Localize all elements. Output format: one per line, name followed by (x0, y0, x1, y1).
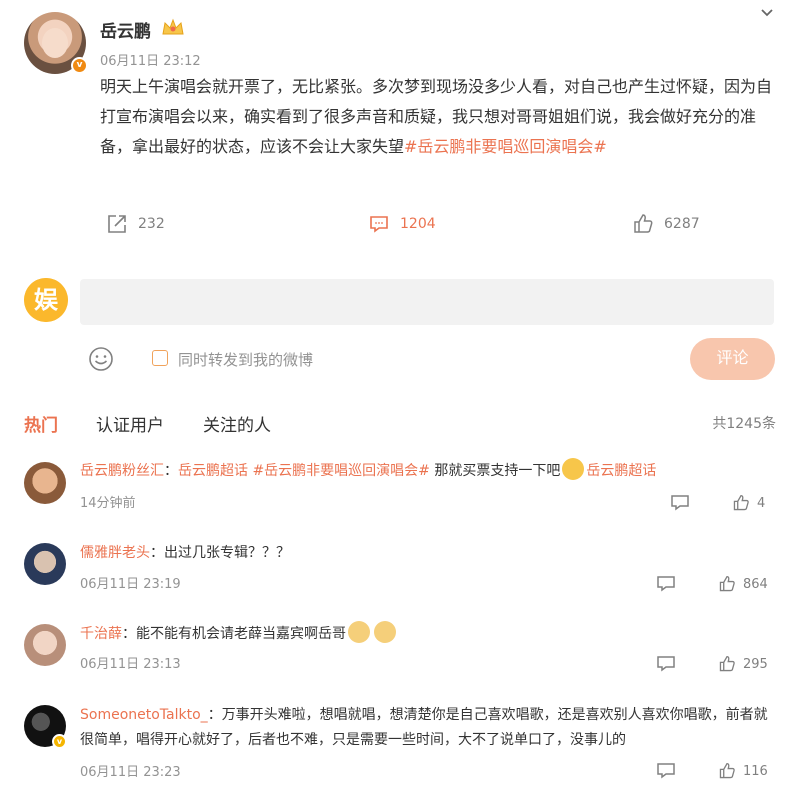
tab-verified-users[interactable]: 认证用户 (96, 411, 164, 436)
chevron-down-icon[interactable] (760, 6, 774, 20)
comment-time: 06月11日 23:23 (80, 765, 181, 780)
reply-icon[interactable] (656, 575, 676, 593)
comment-like-count: 116 (743, 763, 768, 779)
share-count: 232 (138, 216, 165, 232)
total-comments: 共1245条 (712, 416, 776, 432)
tab-hot[interactable]: 热门 (24, 411, 58, 436)
comment-icon (370, 216, 388, 233)
thumbs-up-icon (634, 214, 653, 233)
crown-icon (162, 18, 184, 35)
verified-badge: v (71, 57, 88, 74)
comment-username[interactable]: SomeonetoTalkto_ (80, 707, 208, 723)
super-topic-link[interactable]: 岳云鹏超话 (178, 463, 248, 479)
comment-text: 千治薛：能不能有机会请老薛当嘉宾啊岳哥 (80, 621, 398, 647)
repost-label: 同时转发到我的微博 (178, 351, 314, 369)
comment-avatar[interactable] (24, 624, 66, 666)
user-avatar[interactable]: 娱 (24, 278, 68, 322)
comment-username[interactable]: 千治薛 (80, 626, 122, 642)
thumbs-up-icon (719, 575, 735, 592)
tab-following[interactable]: 关注的人 (203, 411, 271, 436)
comment-like-button[interactable]: 116 (718, 762, 768, 780)
thumbs-up-icon (719, 655, 735, 672)
comment-time: 06月11日 23:19 (80, 577, 181, 592)
post-time: 06月11日 23:12 (100, 54, 201, 69)
comment-like-button[interactable]: 864 (718, 575, 768, 593)
reply-icon[interactable] (656, 762, 676, 780)
comment-text: 岳云鹏粉丝汇：岳云鹏超话 #岳云鹏非要唱巡回演唱会# 那就买票支持一下吧 岳云鹏超… (80, 458, 656, 484)
comment-text: 儒雅胖老头：出过几张专辑？？？ (80, 545, 290, 561)
comment-time: 06月11日 23:13 (80, 657, 181, 672)
comment-text: SomeonetoTalkto_：万事开头难啦，想唱就唱，想清楚你是自己喜欢唱歌… (80, 707, 768, 748)
share-button[interactable]: 232 (106, 213, 165, 235)
thumbs-up-icon (733, 494, 749, 511)
share-icon (108, 215, 126, 233)
reply-icon[interactable] (656, 655, 676, 673)
verified-badge: v (52, 734, 67, 749)
comment-like-count: 295 (743, 656, 768, 672)
post-topic-link[interactable]: #岳云鹏非要唱巡回演唱会# (404, 137, 607, 156)
emoji-icon[interactable] (88, 346, 114, 372)
comment-avatar[interactable] (24, 462, 66, 504)
like-count: 6287 (664, 216, 700, 232)
comment-count: 1204 (400, 216, 436, 232)
comment-username[interactable]: 岳云鹏粉丝汇 (80, 463, 164, 479)
super-topic-link[interactable]: 岳云鹏超话 (586, 463, 656, 479)
post-text: 明天上午演唱会就开票了，无比紧张。多次梦到现场没多少人看，对自己也产生过怀疑，因… (100, 72, 780, 162)
repost-checkbox[interactable] (152, 350, 168, 366)
comment-avatar[interactable] (24, 543, 66, 585)
author-name[interactable]: 岳云鹏 (100, 17, 151, 42)
comment-like-button[interactable]: 4 (732, 494, 765, 512)
doge-emoji-icon (374, 621, 396, 643)
comment-like-count: 864 (743, 576, 768, 592)
comment-time: 14分钟前 (80, 496, 136, 511)
svg-text:娱: 娱 (34, 286, 59, 314)
doge-emoji-icon (348, 621, 370, 643)
comment-button[interactable]: 1204 (368, 213, 436, 235)
comment-input[interactable] (80, 279, 774, 325)
comment-username[interactable]: 儒雅胖老头 (80, 545, 150, 561)
comment-like-count: 4 (757, 495, 766, 511)
like-button[interactable]: 6287 (632, 213, 700, 235)
cheer-emoji-icon (562, 458, 585, 480)
topic-link[interactable]: #岳云鹏非要唱巡回演唱会# (252, 463, 429, 479)
reply-icon[interactable] (670, 494, 690, 512)
submit-comment-button[interactable]: 评论 (690, 338, 775, 380)
comment-like-button[interactable]: 295 (718, 655, 768, 673)
thumbs-up-icon (719, 762, 735, 779)
